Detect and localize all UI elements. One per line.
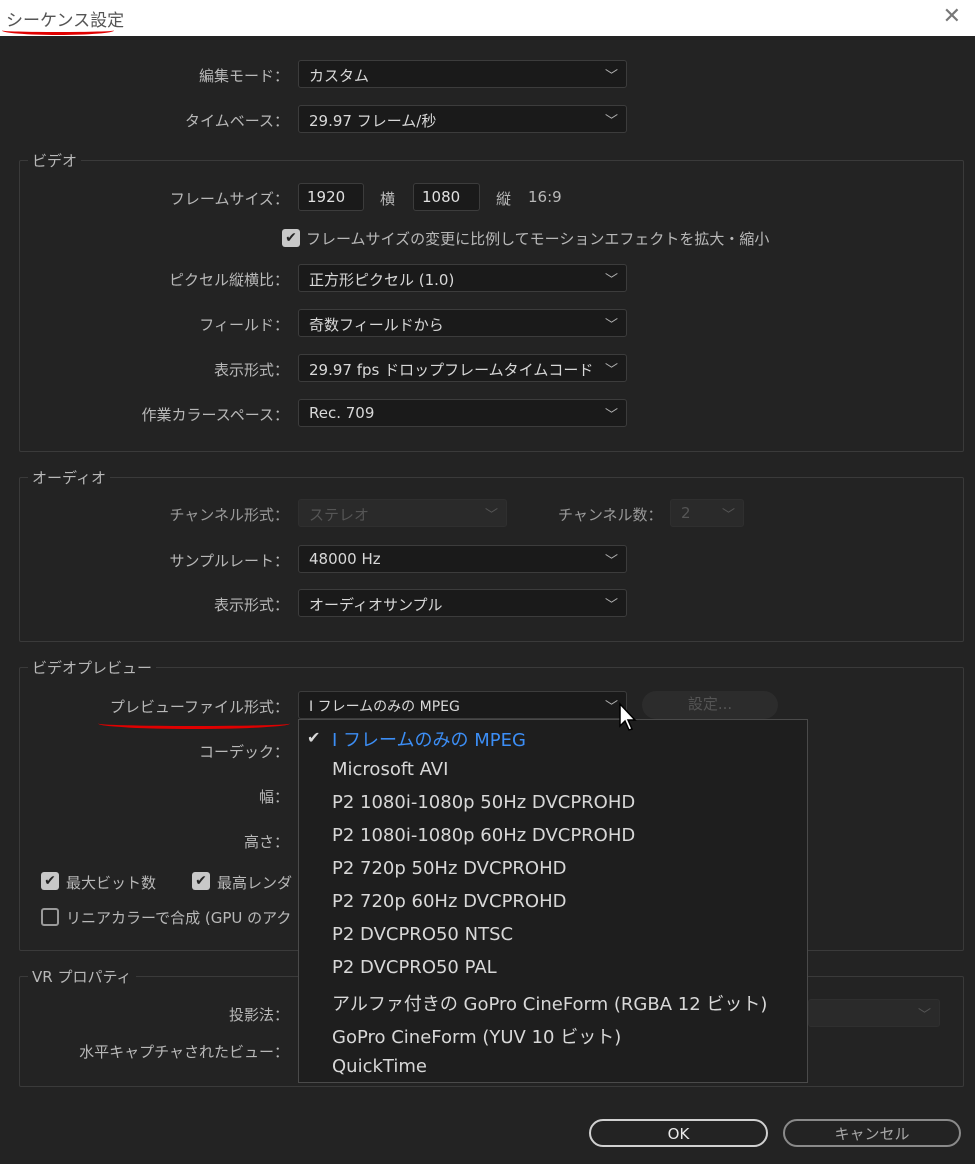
chevron-down-icon: ﹀ <box>721 508 735 523</box>
menu-item[interactable]: Microsoft AVI <box>332 759 448 780</box>
menu-item[interactable]: QuickTime <box>332 1056 427 1077</box>
channel-format-dropdown: ステレオ ﹀ <box>298 499 507 527</box>
color-space-dropdown[interactable]: Rec. 709 ﹀ <box>298 399 627 427</box>
pixel-aspect-dropdown[interactable]: 正方形ピクセル (1.0) ﹀ <box>298 264 627 292</box>
preview-format-dropdown[interactable]: I フレームのみの MPEG ﹀ <box>298 691 627 719</box>
pixel-aspect-label: ピクセル縦横比： <box>168 271 289 289</box>
edit-mode-value: カスタム <box>309 67 370 85</box>
channel-count-value: 2 <box>681 504 691 522</box>
max-bit-depth-label: 最大ビット数 <box>66 874 157 892</box>
audio-display-format-value: オーディオサンプル <box>309 596 443 614</box>
edit-mode-dropdown[interactable]: カスタム ﹀ <box>298 60 627 88</box>
channel-format-value: ステレオ <box>309 506 370 524</box>
title-bar: シーケンス設定 ✕ <box>0 0 975 36</box>
scale-motion-checkbox[interactable]: ✔ <box>282 229 300 247</box>
sample-rate-label: サンプルレート： <box>169 552 289 570</box>
vr-view-dropdown: ﹀ <box>808 999 940 1027</box>
menu-item[interactable]: P2 DVCPRO50 NTSC <box>332 924 513 945</box>
chevron-down-icon: ﹀ <box>604 700 618 715</box>
horizontal-view-label: 水平キャプチャされたビュー： <box>79 1043 289 1061</box>
frame-width-input[interactable]: 1920 <box>298 183 364 211</box>
title-annotation-underline <box>2 26 114 35</box>
codec-label: コーデック： <box>198 743 289 761</box>
field-dropdown[interactable]: 奇数フィールドから ﹀ <box>298 309 627 337</box>
menu-item[interactable]: GoPro CineForm (YUV 10 ビット) <box>332 1023 621 1049</box>
audio-display-format-dropdown[interactable]: オーディオサンプル ﹀ <box>298 589 627 617</box>
close-icon[interactable]: ✕ <box>943 4 961 29</box>
vr-properties-group-title: VR プロパティ <box>28 966 136 987</box>
preview-format-value: I フレームのみの MPEG <box>309 699 460 715</box>
chevron-down-icon: ﹀ <box>604 408 618 423</box>
preview-format-annotation-underline <box>98 718 290 729</box>
max-render-quality-label: 最高レンダ <box>217 874 293 892</box>
chevron-down-icon: ﹀ <box>604 363 618 378</box>
width-label: 幅： <box>258 788 289 806</box>
audio-display-format-label: 表示形式： <box>213 596 289 614</box>
scale-motion-label: フレームサイズの変更に比例してモーションエフェクトを拡大・縮小 <box>306 230 770 248</box>
edit-mode-label: 編集モード： <box>198 67 289 85</box>
menu-item[interactable]: P2 DVCPRO50 PAL <box>332 957 497 978</box>
chevron-down-icon: ﹀ <box>604 273 618 288</box>
max-bit-depth-checkbox[interactable]: ✔ <box>41 872 59 890</box>
projection-label: 投影法： <box>228 1006 289 1024</box>
horizontal-label: 横 <box>380 190 396 208</box>
frame-height-input[interactable]: 1080 <box>413 183 480 211</box>
frame-size-label: フレームサイズ： <box>169 190 289 208</box>
menu-item[interactable]: P2 720p 50Hz DVCPROHD <box>332 858 567 879</box>
channel-count-dropdown: 2 ﹀ <box>670 499 744 527</box>
display-format-label: 表示形式： <box>213 361 289 379</box>
chevron-down-icon: ﹀ <box>604 554 618 569</box>
linear-color-checkbox[interactable] <box>41 908 59 926</box>
menu-item[interactable]: I フレームのみの MPEG <box>332 726 526 752</box>
video-group-title: ビデオ <box>28 150 82 171</box>
sample-rate-value: 48000 Hz <box>309 550 381 568</box>
linear-color-label: リニアカラーで合成 (GPU のアク <box>66 909 292 927</box>
chevron-down-icon: ﹀ <box>604 318 618 333</box>
chevron-down-icon: ﹀ <box>917 1008 931 1023</box>
display-format-value: 29.97 fps ドロップフレームタイムコード <box>309 361 594 379</box>
aspect-ratio-value: 16:9 <box>528 188 562 206</box>
ok-button[interactable]: OK <box>589 1119 768 1147</box>
menu-item[interactable]: P2 1080i-1080p 60Hz DVCPROHD <box>332 825 635 846</box>
chevron-down-icon: ﹀ <box>604 69 618 84</box>
channel-count-label: チャンネル数： <box>558 506 663 524</box>
cancel-button[interactable]: キャンセル <box>783 1119 961 1147</box>
chevron-down-icon: ﹀ <box>484 508 498 523</box>
color-space-value: Rec. 709 <box>309 404 375 422</box>
timebase-dropdown[interactable]: 29.97 フレーム/秒 ﹀ <box>298 105 627 133</box>
video-preview-group-title: ビデオプレビュー <box>28 657 157 678</box>
chevron-down-icon: ﹀ <box>604 114 618 129</box>
menu-item[interactable]: P2 1080i-1080p 50Hz DVCPROHD <box>332 792 635 813</box>
vertical-label: 縦 <box>496 190 512 208</box>
preview-settings-button: 設定... <box>642 691 778 719</box>
display-format-dropdown[interactable]: 29.97 fps ドロップフレームタイムコード ﹀ <box>298 354 627 382</box>
mouse-cursor-icon <box>619 702 637 731</box>
chevron-down-icon: ﹀ <box>604 598 618 613</box>
pixel-aspect-value: 正方形ピクセル (1.0) <box>309 271 455 289</box>
checkmark-icon: ✔ <box>307 728 321 747</box>
field-label: フィールド： <box>199 316 289 334</box>
channel-format-label: チャンネル形式： <box>169 506 289 524</box>
height-label: 高さ： <box>243 833 289 851</box>
timebase-value: 29.97 フレーム/秒 <box>309 112 437 130</box>
field-value: 奇数フィールドから <box>309 316 444 334</box>
max-render-quality-checkbox[interactable]: ✔ <box>192 872 210 890</box>
audio-group-title: オーディオ <box>28 467 110 488</box>
color-space-label: 作業カラースペース： <box>141 406 289 424</box>
timebase-label: タイムベース： <box>185 112 289 130</box>
menu-item[interactable]: P2 720p 60Hz DVCPROHD <box>332 891 567 912</box>
sample-rate-dropdown[interactable]: 48000 Hz ﹀ <box>298 545 627 573</box>
preview-format-label: プレビューファイル形式： <box>109 698 289 716</box>
menu-item[interactable]: アルファ付きの GoPro CineForm (RGBA 12 ビット) <box>332 990 767 1016</box>
preview-format-menu: ✔ I フレームのみの MPEG Microsoft AVI P2 1080i-… <box>298 719 808 1083</box>
